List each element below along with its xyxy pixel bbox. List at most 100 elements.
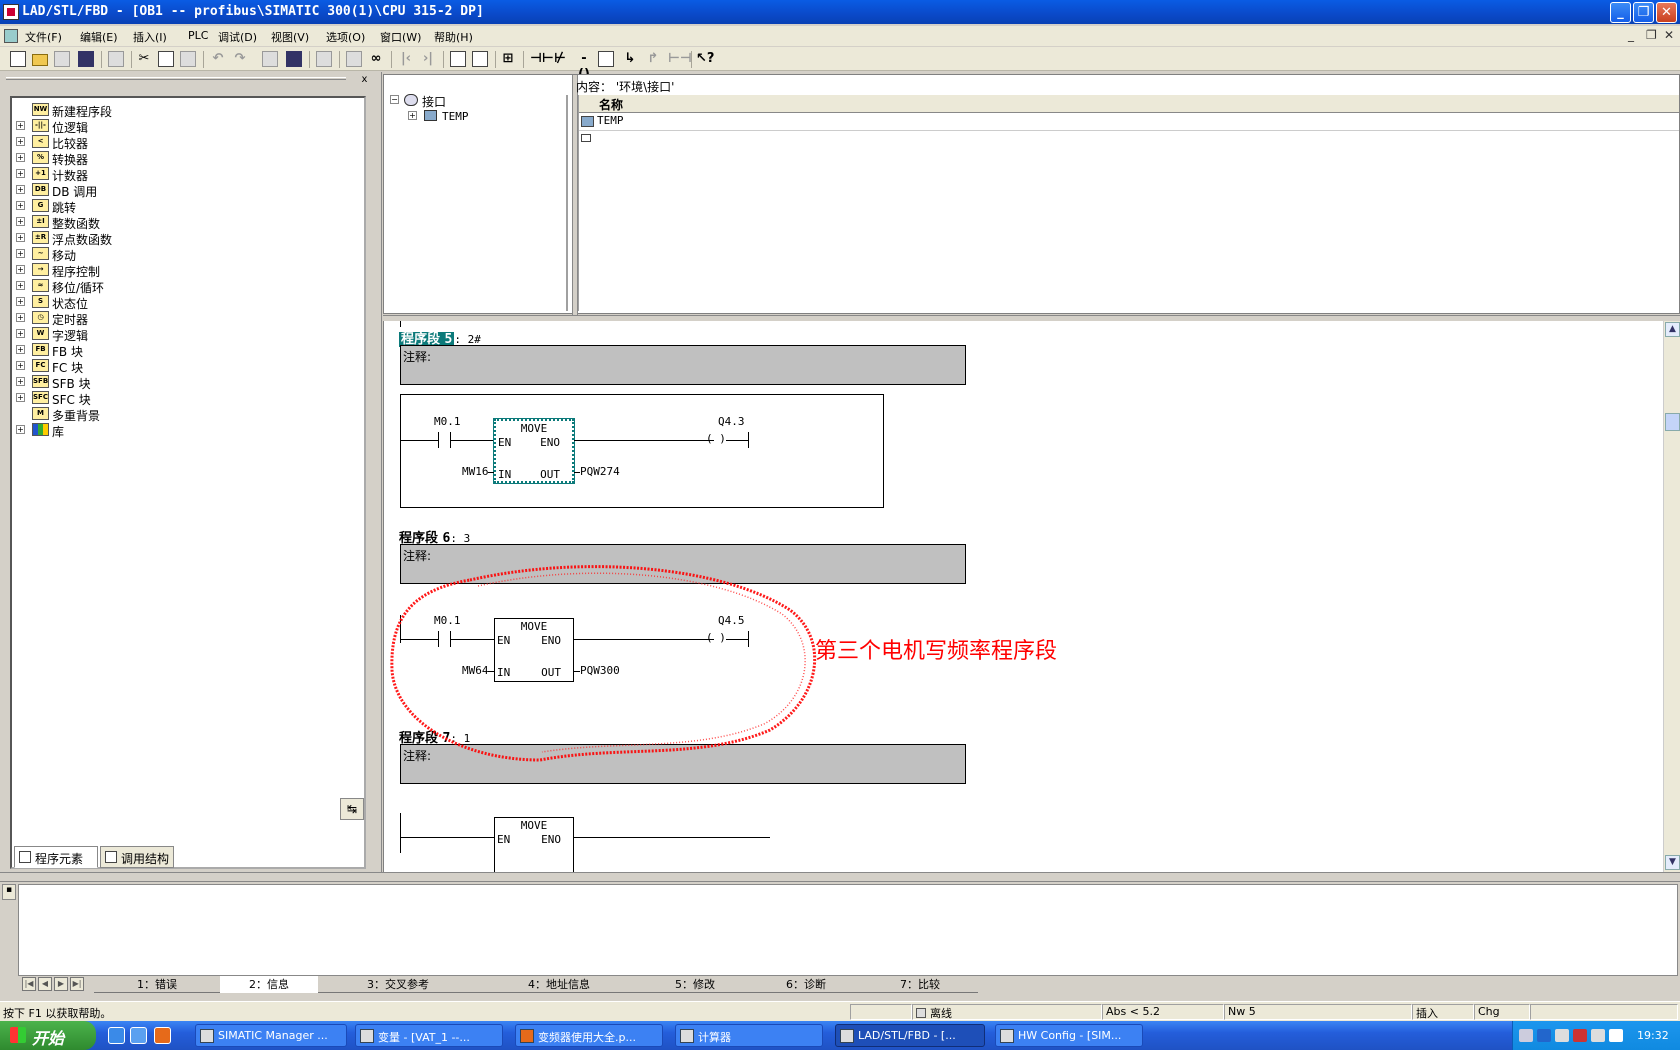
expand-icon[interactable]: + <box>16 377 25 386</box>
expand-icon[interactable]: + <box>16 233 25 242</box>
menu-view[interactable]: 视图(V) <box>271 29 309 45</box>
ucm-icon[interactable] <box>1573 1029 1587 1042</box>
panel-close-button[interactable]: x <box>359 74 370 85</box>
expand-icon[interactable]: + <box>16 169 25 178</box>
prev-tab-icon[interactable]: ◀ <box>38 977 52 991</box>
menu-help[interactable]: 帮助(H) <box>434 29 473 45</box>
move-box[interactable]: MOVE EN ENO IN OUT <box>494 419 574 483</box>
expand-icon[interactable]: + <box>16 265 25 274</box>
menu-debug[interactable]: 调试(D) <box>218 29 257 45</box>
scroll-down-icon[interactable]: ▼ <box>1665 855 1680 870</box>
expand-icon[interactable]: + <box>16 281 25 290</box>
browser-icon[interactable] <box>130 1027 147 1044</box>
tab-address-info[interactable]: 4：地址信息 <box>478 976 640 993</box>
copy-icon[interactable] <box>158 51 174 67</box>
view-icon[interactable] <box>472 51 488 67</box>
help-icon[interactable]: ↖? <box>696 51 714 67</box>
last-tab-icon[interactable]: ▶| <box>70 977 84 991</box>
split-icon[interactable] <box>450 51 466 67</box>
new-network-icon[interactable]: ⊞ <box>500 51 516 67</box>
expand-icon[interactable]: + <box>16 217 25 226</box>
output-pin-icon[interactable]: ▪ <box>2 884 16 900</box>
monitor-tray-icon[interactable] <box>1555 1029 1569 1042</box>
mdi-restore-button[interactable]: ❐ <box>1646 28 1657 42</box>
menu-plc[interactable]: PLC <box>188 29 208 42</box>
accessible-nodes-icon[interactable] <box>54 51 70 67</box>
tab-cross-reference[interactable]: 3：交叉参考 <box>318 976 478 993</box>
network-comment[interactable]: 注释: <box>400 544 966 584</box>
network-icon[interactable] <box>346 51 362 67</box>
network-comment[interactable]: 注释: <box>400 345 966 385</box>
print-icon[interactable] <box>108 51 124 67</box>
menu-options[interactable]: 选项(O) <box>326 29 365 45</box>
scroll-thumb[interactable] <box>1665 413 1680 431</box>
move-box[interactable]: MOVE EN ENO IN OUT <box>494 618 574 682</box>
prev-icon[interactable]: |‹ <box>398 51 414 67</box>
taskbar-item-vat[interactable]: 变量 - [VAT_1 --... <box>355 1024 503 1047</box>
in-operand[interactable]: MW64 <box>462 664 489 677</box>
coil-icon[interactable]: -() <box>576 51 592 82</box>
contact-address[interactable]: M0.1 <box>434 415 461 428</box>
menu-file[interactable]: 文件(F) <box>25 29 62 45</box>
save-icon[interactable] <box>78 51 94 67</box>
taskbar-item-lad-editor[interactable]: LAD/STL/FBD - [... <box>835 1024 985 1047</box>
mdi-minimize-button[interactable]: _ <box>1628 28 1634 42</box>
paste-icon[interactable] <box>180 51 196 67</box>
out-operand[interactable]: PQW274 <box>580 465 620 478</box>
out-operand[interactable]: PQW300 <box>580 664 620 677</box>
volume-icon[interactable] <box>1609 1029 1623 1042</box>
overview-icon[interactable] <box>316 51 332 67</box>
expand-icon[interactable]: + <box>16 313 25 322</box>
minimize-button[interactable]: _ <box>1610 2 1631 23</box>
taskbar-item-calculator[interactable]: 计算器 <box>675 1024 823 1047</box>
network-tray-icon[interactable] <box>1537 1029 1551 1042</box>
coil-address[interactable]: Q4.5 <box>718 614 745 627</box>
g-app-icon[interactable] <box>154 1027 171 1044</box>
start-button[interactable]: 开始 <box>0 1021 96 1050</box>
expand-icon[interactable]: + <box>16 393 25 402</box>
menu-edit[interactable]: 编辑(E) <box>80 29 118 45</box>
tab-compare[interactable]: 7：比较 <box>862 976 978 993</box>
open-icon[interactable] <box>32 54 48 66</box>
move-box[interactable]: MOVE EN ENO <box>494 817 574 872</box>
table-row[interactable]: TEMP <box>579 113 1679 131</box>
undo-icon[interactable]: ↶ <box>210 51 226 67</box>
menu-window[interactable]: 窗口(W) <box>380 29 421 45</box>
expand-icon[interactable]: + <box>16 153 25 162</box>
document-menu-icon[interactable] <box>4 29 18 43</box>
sort-button[interactable]: ↹ <box>340 798 364 820</box>
box-icon[interactable] <box>598 51 614 67</box>
contact-nc-icon[interactable]: ⊬ <box>552 51 568 67</box>
editor-scrollbar[interactable]: ▲ ▼ <box>1663 321 1680 872</box>
interface-temp-label[interactable]: TEMP <box>442 110 469 123</box>
redo-icon[interactable]: ↷ <box>232 51 248 67</box>
app-icon[interactable] <box>3 4 19 20</box>
mdi-close-button[interactable]: ✕ <box>1664 28 1674 42</box>
first-tab-icon[interactable]: |◀ <box>22 977 36 991</box>
in-operand[interactable]: MW16 <box>462 465 489 478</box>
tab-info[interactable]: 2：信息 <box>220 976 318 993</box>
expand-icon[interactable]: + <box>408 111 417 120</box>
tab-modify[interactable]: 5：修改 <box>640 976 750 993</box>
expand-icon[interactable]: + <box>16 425 25 434</box>
next-icon[interactable]: ›| <box>420 51 436 67</box>
expand-icon[interactable]: + <box>16 345 25 354</box>
network-comment[interactable]: 注释: <box>400 744 966 784</box>
tab-call-structure[interactable]: 调用结构 <box>100 846 174 868</box>
output-splitter[interactable] <box>0 872 1680 882</box>
glasses-icon[interactable]: ∞ <box>368 51 384 67</box>
new-icon[interactable] <box>10 51 26 67</box>
menu-insert[interactable]: 插入(I) <box>133 29 167 45</box>
expand-icon[interactable]: + <box>16 329 25 338</box>
next-tab-icon[interactable]: ▶ <box>54 977 68 991</box>
interface-root-label[interactable]: 接口 <box>422 93 446 110</box>
expand-icon[interactable]: + <box>16 249 25 258</box>
close-button[interactable]: ✕ <box>1656 2 1677 23</box>
restore-button[interactable]: ❐ <box>1633 2 1654 23</box>
coil-symbol[interactable]: ( ) <box>706 432 726 445</box>
table-row[interactable] <box>579 131 1679 149</box>
contact-address[interactable]: M0.1 <box>434 614 461 627</box>
coil-address[interactable]: Q4.3 <box>718 415 745 428</box>
tab-program-elements[interactable]: 程序元素 <box>14 846 98 868</box>
collapse-icon[interactable]: − <box>390 95 399 104</box>
